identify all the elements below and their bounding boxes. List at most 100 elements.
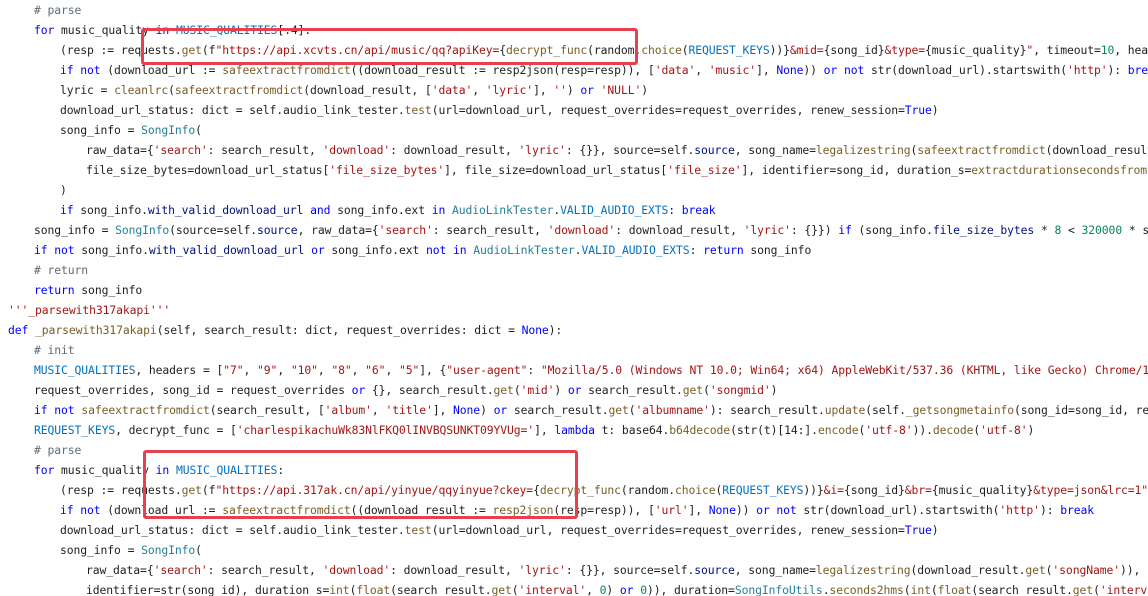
code-token: : search_result, — [432, 223, 548, 237]
code-token: (download_url := — [100, 503, 223, 517]
code-token: None — [453, 403, 481, 417]
code-line: (resp := requests.get(f"https://api.xcvt… — [60, 40, 1148, 60]
code-token: )) — [803, 63, 824, 77]
code-line: song_info = SongInfo( — [60, 540, 202, 560]
code-token: (search_result, [ — [209, 403, 325, 417]
code-token: REQUEST_KEYS — [34, 423, 116, 437]
code-token: or — [580, 83, 594, 97]
code-token: test — [404, 103, 432, 117]
code-token: encode — [817, 423, 859, 437]
code-token: (song_info. — [851, 223, 933, 237]
code-token: ) — [931, 103, 939, 117]
code-line: file_size_bytes=download_url_status['fil… — [86, 160, 1148, 180]
code-token: or — [351, 383, 366, 397]
code-token: (f — [201, 43, 216, 57]
code-token: get — [682, 383, 704, 397]
code-token: "10" — [290, 363, 318, 377]
code-token: ( — [195, 543, 202, 557]
code-token: ): — [1107, 63, 1128, 77]
code-token: )), duration= — [646, 583, 735, 596]
code-token: ( — [168, 83, 175, 97]
code-token: lambda — [554, 423, 595, 437]
code-token: (url=download_url, request_overrides=req… — [431, 103, 905, 117]
code-token: ], — [534, 423, 555, 437]
code-line: request_overrides, song_id = request_ove… — [34, 380, 778, 400]
code-token: in — [155, 23, 170, 37]
code-token: if — [60, 203, 74, 217]
code-token: song_info — [743, 243, 812, 257]
code-token: 'data' — [431, 83, 473, 97]
code-token: return — [703, 243, 744, 257]
code-token: str(download_url).startswith( — [796, 503, 1000, 517]
code-token: 'lyric' — [518, 563, 566, 577]
code-token: 'download' — [322, 563, 391, 577]
code-token: with_valid_download_url — [148, 243, 305, 257]
code-token: for — [34, 463, 55, 477]
code-token: "9" — [257, 363, 278, 377]
code-token: request_overrides, song_id = request_ove… — [34, 383, 352, 397]
code-token: , — [472, 83, 486, 97]
code-token: 'lyric' — [518, 143, 566, 157]
code-token: # parse — [34, 3, 82, 17]
code-line: if not (download_url := safeextractfromd… — [60, 500, 1094, 520]
code-line: # parse — [34, 0, 81, 20]
code-token: AudioLinkTester — [452, 203, 554, 217]
code-token: song_info. — [74, 243, 149, 257]
code-token: (source=self. — [169, 223, 258, 237]
code-token: 'interval' — [1099, 583, 1148, 596]
code-token: 10 — [1100, 43, 1115, 57]
code-token: : — [668, 203, 682, 217]
code-token: 'utf-8' — [865, 423, 913, 437]
code-token: 'lyric' — [743, 223, 791, 237]
code-token: : {}}, source=self. — [565, 143, 695, 157]
code-token: , headers = [ — [135, 363, 224, 377]
code-token: 'http' — [999, 503, 1040, 517]
code-token: (f — [201, 483, 216, 497]
code-token: ( — [195, 123, 202, 137]
code-token: if not — [34, 243, 75, 257]
code-token: : — [527, 363, 541, 377]
code-token: None — [776, 63, 804, 77]
code-token: legalizestring — [815, 143, 911, 157]
code-token: 'file_size' — [667, 163, 742, 177]
code-token: 'music' — [708, 63, 757, 77]
code-token: ) — [931, 523, 939, 537]
code-token: int — [329, 583, 350, 596]
code-token: SongInfo — [115, 223, 170, 237]
code-line: song_info = SongInfo( — [60, 120, 202, 140]
code-token: music_quality — [54, 23, 156, 37]
code-token: (download_result, [ — [303, 83, 432, 97]
code-token: def — [8, 323, 29, 337]
code-token: < — [1061, 223, 1082, 237]
code-token: , — [243, 363, 258, 377]
code-token: VALID_AUDIO_EXTS — [560, 203, 669, 217]
code-token: ], — [533, 83, 554, 97]
code-token: "6" — [365, 363, 386, 377]
code-token: ) — [641, 83, 648, 97]
code-token: &br= — [904, 483, 932, 497]
code-token: , — [586, 583, 600, 596]
code-token: SongInfo — [141, 543, 196, 557]
code-line: raw_data={'search': search_result, 'down… — [86, 140, 1148, 160]
code-token: &type= — [884, 43, 926, 57]
code-token: ) — [770, 383, 778, 397]
code-token: , song_name= — [734, 563, 816, 577]
code-line: download_url_status: dict = self.audio_l… — [60, 100, 939, 120]
code-token: 'file_size_bytes' — [329, 163, 445, 177]
code-token: (song_id=song_id, reques — [1013, 403, 1148, 417]
code-token: ) — [566, 83, 581, 97]
code-token: 'search' — [378, 223, 433, 237]
code-token: , raw_data={ — [297, 223, 379, 237]
code-token: '''_parsewith317akapi''' — [8, 303, 171, 317]
code-token: ((download_result := resp2json(resp=resp… — [350, 63, 655, 77]
code-token: ) — [1027, 423, 1035, 437]
code-token: 'charlespikachuWk83NlFKQ0lINVBQSUNKT09YV… — [236, 423, 535, 437]
code-token: or — [493, 403, 508, 417]
code-line: if not safeextractfromdict(search_result… — [34, 400, 1148, 420]
code-token: ], — [688, 503, 709, 517]
code-token: song_info = — [34, 223, 116, 237]
code-token: download_url_status: dict = self.audio_l… — [60, 523, 405, 537]
code-token: ((download_result := — [350, 503, 493, 517]
code-token: , — [371, 403, 386, 417]
code-token: raw_data={ — [86, 563, 154, 577]
